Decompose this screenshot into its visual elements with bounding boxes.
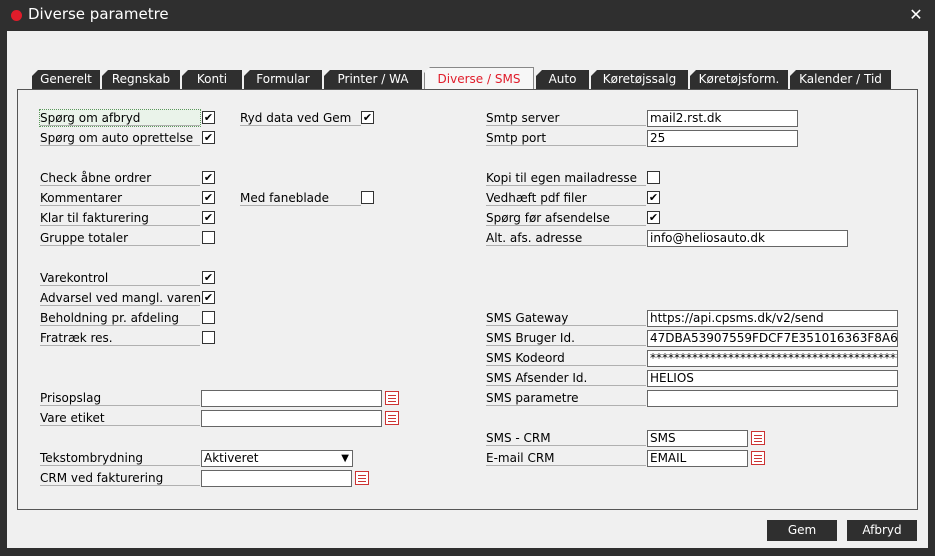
tab-regnskab[interactable]: Regnskab (102, 70, 180, 89)
tab-koretojssalg[interactable]: Køretøjssalg (591, 70, 688, 89)
checkbox-ryd-data[interactable]: ✔ (361, 111, 374, 124)
dialog-body: Generelt Regnskab Konti Formular Printer… (7, 31, 928, 548)
tekstombrydning-value: Aktiveret (204, 451, 259, 465)
label-sms-param: SMS parametre (486, 390, 646, 406)
label-check-aabne: Check åbne ordrer (40, 170, 200, 186)
close-icon[interactable]: ✕ (907, 6, 925, 24)
app-status-icon (11, 10, 22, 21)
label-sms-kode: SMS Kodeord (486, 350, 646, 366)
checkbox-vedhaeft[interactable]: ✔ (647, 191, 660, 204)
sms-afsender-input[interactable]: HELIOS (647, 370, 898, 387)
label-med-faneblade: Med faneblade (240, 190, 361, 206)
checkbox-klar-fakt[interactable]: ✔ (202, 211, 215, 224)
afbryd-button[interactable]: Afbryd (847, 520, 917, 541)
label-prisopslag: Prisopslag (40, 390, 200, 406)
label-advarsel: Advarsel ved mangl. varenr. (40, 291, 209, 306)
tab-kalender-tid[interactable]: Kalender / Tid (790, 70, 891, 89)
label-email-crm: E-mail CRM (486, 450, 646, 466)
settings-panel: Spørg om afbryd ✔ Spørg om auto oprettel… (17, 89, 918, 510)
label-sms-gateway: SMS Gateway (486, 310, 646, 326)
label-beholdning: Beholdning pr. afdeling (40, 310, 200, 326)
label-spoerg-auto: Spørg om auto oprettelse (40, 130, 200, 146)
checkbox-med-faneblade[interactable] (361, 191, 374, 204)
list-icon[interactable] (385, 391, 399, 405)
checkbox-kommentarer[interactable]: ✔ (202, 191, 215, 204)
label-vare-etiket: Vare etiket (40, 410, 200, 426)
checkbox-spoerg-afs[interactable]: ✔ (647, 211, 660, 224)
checkbox-kopi[interactable] (647, 171, 660, 184)
title-bar: Diverse parametre ✕ (0, 0, 935, 30)
tab-printer-wa[interactable]: Printer / WA (324, 70, 422, 89)
sms-bruger-input[interactable]: 47DBA53907559FDCF7E351016363F8A6 (647, 330, 898, 347)
sms-gateway-input[interactable]: https://api.cpsms.dk/v2/send (647, 310, 898, 327)
label-spoerg-afbryd: Spørg om afbryd (39, 109, 201, 127)
label-sms-afsender: SMS Afsender Id. (486, 370, 646, 386)
tab-diverse-sms[interactable]: Diverse / SMS (424, 67, 534, 89)
checkbox-spoerg-afbryd[interactable]: ✔ (202, 111, 215, 124)
checkbox-varekontrol[interactable]: ✔ (202, 271, 215, 284)
label-spoerg-afs: Spørg før afsendelse (486, 210, 646, 226)
list-icon[interactable] (355, 471, 369, 485)
checkbox-advarsel[interactable]: ✔ (202, 291, 215, 304)
label-klar-fakt: Klar til fakturering (40, 210, 200, 226)
email-crm-input[interactable]: EMAIL (647, 450, 748, 467)
checkbox-gruppe[interactable] (202, 231, 215, 244)
label-sms-bruger: SMS Bruger Id. (486, 330, 646, 346)
smtp-port-input[interactable]: 25 (647, 130, 798, 147)
label-kommentarer: Kommentarer (40, 190, 200, 206)
list-icon[interactable] (385, 411, 399, 425)
gem-button[interactable]: Gem (767, 520, 837, 541)
checkbox-spoerg-auto[interactable]: ✔ (202, 131, 215, 144)
tab-koretojsform[interactable]: Køretøjsform. (690, 70, 788, 89)
list-icon[interactable] (751, 451, 765, 465)
sms-crm-input[interactable]: SMS (647, 430, 748, 447)
tekstombrydning-select[interactable]: Aktiveret ▼ (201, 450, 353, 467)
vare-etiket-input[interactable] (201, 410, 382, 427)
tab-auto[interactable]: Auto (536, 70, 589, 89)
chevron-down-icon: ▼ (341, 453, 349, 464)
alt-afs-input[interactable]: info@heliosauto.dk (647, 230, 848, 247)
window-title: Diverse parametre (28, 5, 169, 23)
list-icon[interactable] (751, 431, 765, 445)
label-gruppe: Gruppe totaler (40, 230, 200, 246)
label-kopi: Kopi til egen mailadresse (486, 170, 646, 186)
crm-fakt-input[interactable] (201, 470, 352, 487)
sms-param-input[interactable] (647, 390, 898, 407)
tab-formular[interactable]: Formular (244, 70, 322, 89)
label-alt-afs: Alt. afs. adresse (486, 230, 646, 246)
smtp-server-input[interactable]: mail2.rst.dk (647, 110, 798, 127)
label-ryd-data: Ryd data ved Gem (240, 110, 361, 126)
checkbox-beholdning[interactable] (202, 311, 215, 324)
checkbox-check-aabne[interactable]: ✔ (202, 171, 215, 184)
tab-konti[interactable]: Konti (182, 70, 242, 89)
checkbox-fratraek[interactable] (202, 331, 215, 344)
label-sms-crm: SMS - CRM (486, 430, 646, 446)
label-smtp-port: Smtp port (486, 130, 646, 146)
label-varekontrol: Varekontrol (40, 270, 200, 286)
label-crm-fakt: CRM ved fakturering (40, 470, 200, 486)
label-fratraek: Fratræk res. (40, 330, 200, 346)
prisopslag-input[interactable] (201, 390, 382, 407)
label-smtp-server: Smtp server (486, 110, 646, 126)
tab-generelt[interactable]: Generelt (32, 70, 100, 89)
label-vedhaeft: Vedhæft pdf filer (486, 190, 646, 206)
sms-kode-input[interactable]: ****************************************… (647, 350, 898, 367)
label-tekstombrydning: Tekstombrydning (40, 450, 200, 466)
